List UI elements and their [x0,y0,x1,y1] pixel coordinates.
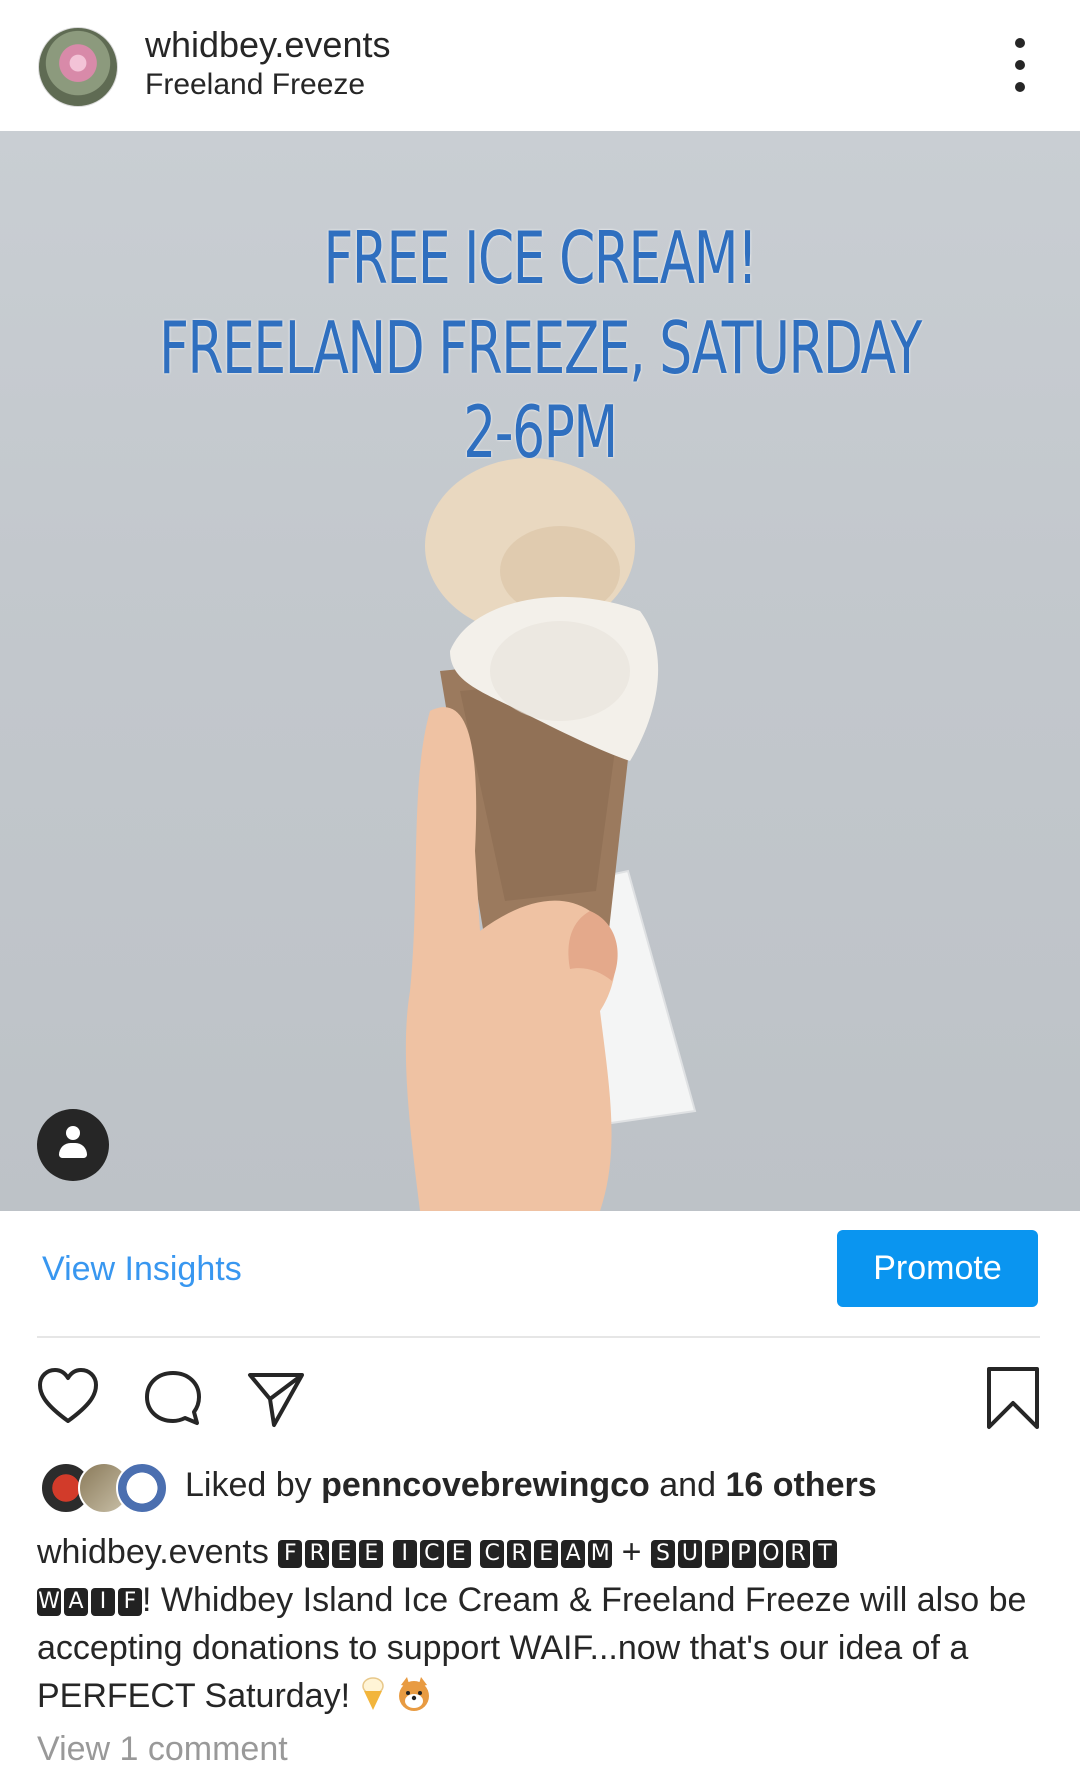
post-header: whidbey.events Freeland Freeze [0,0,1080,131]
caption-username[interactable]: whidbey.events [37,1533,269,1571]
bookmark-icon[interactable] [985,1365,1041,1431]
post-image[interactable]: FREE ICE CREAM! FREELAND FREEZE, SATURDA… [0,131,1080,1211]
boxed-word-support: SUPPORT [650,1540,837,1568]
likes-count[interactable]: 16 others [725,1466,876,1504]
boxed-word-free: FREE [278,1540,384,1568]
post-location[interactable]: Freeland Freeze [145,68,365,102]
view-insights-link[interactable]: View Insights [42,1250,242,1289]
boxed-word-waif: WAIF [37,1588,142,1616]
liker-avatars[interactable] [40,1462,170,1514]
ice-cream-cone-illustration [405,458,697,1211]
more-options-icon[interactable] [1008,38,1032,92]
tagged-people-button[interactable] [37,1109,109,1181]
person-icon [66,1126,80,1140]
dog-face-emoji-icon [398,1677,429,1711]
boxed-word-cream: CREAM [480,1540,613,1568]
promote-button[interactable]: Promote [837,1230,1038,1307]
divider [37,1336,1040,1338]
post-username[interactable]: whidbey.events [145,24,390,66]
boxed-word-ice: ICE [392,1540,471,1568]
share-icon[interactable] [244,1367,308,1431]
post-caption: whidbey.events FREE ICE CREAM + SUPPORT … [37,1533,1027,1715]
caption-text: ! Whidbey Island Ice Cream & Freeland Fr… [37,1581,1027,1715]
liker-avatar [116,1462,168,1514]
heart-icon[interactable] [36,1367,100,1427]
view-comments-link[interactable]: View 1 comment [37,1730,288,1769]
comment-icon[interactable] [141,1367,205,1431]
likes-summary[interactable]: Liked by penncovebrewingco and 16 others [185,1466,877,1505]
ice-cream-emoji-icon [361,1677,384,1710]
profile-avatar[interactable] [38,27,118,107]
liker-username[interactable]: penncovebrewingco [321,1466,650,1504]
